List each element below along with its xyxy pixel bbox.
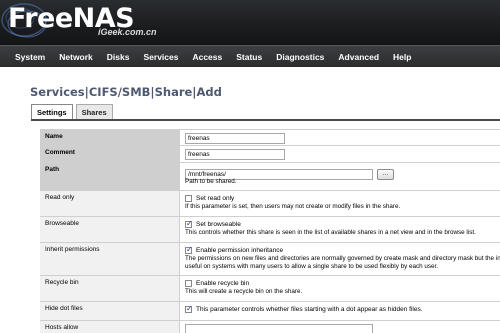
hide-dot-files-label: Hide dot files — [40, 302, 180, 320]
inherit-permissions-field-cell: Enable permission inheritance The permis… — [180, 243, 500, 275]
name-label: Name — [40, 130, 180, 145]
recycle-bin-label: Recycle bin — [40, 276, 180, 301]
form-row-browseable: Browseable Set browseable This controls … — [40, 217, 500, 243]
share-form: Name Comment Path ... Path to be shared.… — [40, 129, 500, 333]
hide-dot-files-field-cell: This parameter controls whether files st… — [180, 302, 500, 320]
comment-label: Comment — [40, 146, 180, 162]
recycle-bin-checkbox[interactable] — [185, 280, 192, 287]
form-row-read-only: Read only Set read only If this paramete… — [40, 191, 500, 217]
nav-help[interactable]: Help — [393, 52, 411, 62]
browseable-checkbox[interactable] — [185, 219, 193, 228]
tab-shares[interactable]: Shares — [75, 104, 113, 120]
page-title: Services|CIFS/SMB|Share|Add — [30, 85, 222, 99]
inherit-permissions-option: Enable permission inheritance — [196, 247, 284, 254]
form-row-inherit-permissions: Inherit permissions Enable permission in… — [40, 243, 500, 276]
hosts-allow-label: Hosts allow — [40, 321, 180, 333]
nav-status[interactable]: Status — [236, 52, 262, 62]
path-label: Path — [40, 163, 180, 190]
main-nav: System Network Disks Services Access Sta… — [0, 45, 500, 67]
hosts-allow-input[interactable] — [185, 324, 373, 333]
name-input[interactable] — [185, 133, 285, 144]
browseable-field-cell: Set browseable This controls whether thi… — [180, 217, 500, 242]
inherit-permissions-hint: The permissions on new files and directo… — [185, 255, 500, 262]
browseable-hint: This controls whether this share is seen… — [185, 229, 476, 236]
browseable-option: Set browseable — [196, 221, 241, 228]
app-header: FreeNAS iGeek.com.cn — [0, 0, 500, 45]
form-row-recycle-bin: Recycle bin Enable recycle bin This will… — [40, 276, 500, 302]
nav-system[interactable]: System — [15, 52, 45, 62]
comment-field-cell — [180, 146, 500, 162]
browse-path-button[interactable]: ... — [377, 169, 394, 181]
tab-divider — [31, 119, 500, 121]
nav-disks[interactable]: Disks — [107, 52, 130, 62]
tab-settings[interactable]: Settings — [31, 104, 73, 120]
inherit-permissions-checkbox[interactable] — [185, 245, 193, 254]
read-only-hint: If this parameter is set, then users may… — [185, 203, 401, 210]
form-row-comment: Comment — [40, 146, 500, 163]
path-field-cell: ... Path to be shared. — [180, 163, 500, 190]
watermark-text: iGeek.com.cn — [98, 27, 157, 37]
read-only-option: Set read only — [196, 195, 235, 202]
nav-access[interactable]: Access — [192, 52, 222, 62]
form-row-hosts-allow: Hosts allow — [40, 321, 500, 333]
inherit-permissions-hint-cont: useful on systems with many users to all… — [185, 263, 439, 270]
browseable-label: Browseable — [40, 217, 180, 242]
hide-dot-files-checkbox[interactable] — [185, 304, 193, 313]
form-row-path: Path ... Path to be shared. — [40, 163, 500, 191]
nav-diagnostics[interactable]: Diagnostics — [276, 52, 324, 62]
nav-advanced[interactable]: Advanced — [338, 52, 379, 62]
inherit-permissions-label: Inherit permissions — [40, 243, 180, 275]
form-row-hide-dot-files: Hide dot files This parameter controls w… — [40, 302, 500, 321]
nav-services[interactable]: Services — [143, 52, 178, 62]
recycle-bin-field-cell: Enable recycle bin This will create a re… — [180, 276, 500, 301]
hide-dot-files-option: This parameter controls whether files st… — [196, 306, 423, 313]
comment-input[interactable] — [185, 149, 285, 160]
recycle-bin-hint: This will create a recycle bin on the sh… — [185, 288, 303, 295]
name-field-cell — [180, 130, 500, 145]
nav-network[interactable]: Network — [59, 52, 93, 62]
hosts-allow-field-cell — [180, 321, 500, 333]
recycle-bin-option: Enable recycle bin — [196, 280, 250, 287]
form-row-name: Name — [40, 130, 500, 146]
read-only-label: Read only — [40, 191, 180, 216]
read-only-field-cell: Set read only If this parameter is set, … — [180, 191, 500, 216]
tab-bar: Settings Shares — [31, 104, 116, 120]
read-only-checkbox[interactable] — [185, 195, 192, 202]
